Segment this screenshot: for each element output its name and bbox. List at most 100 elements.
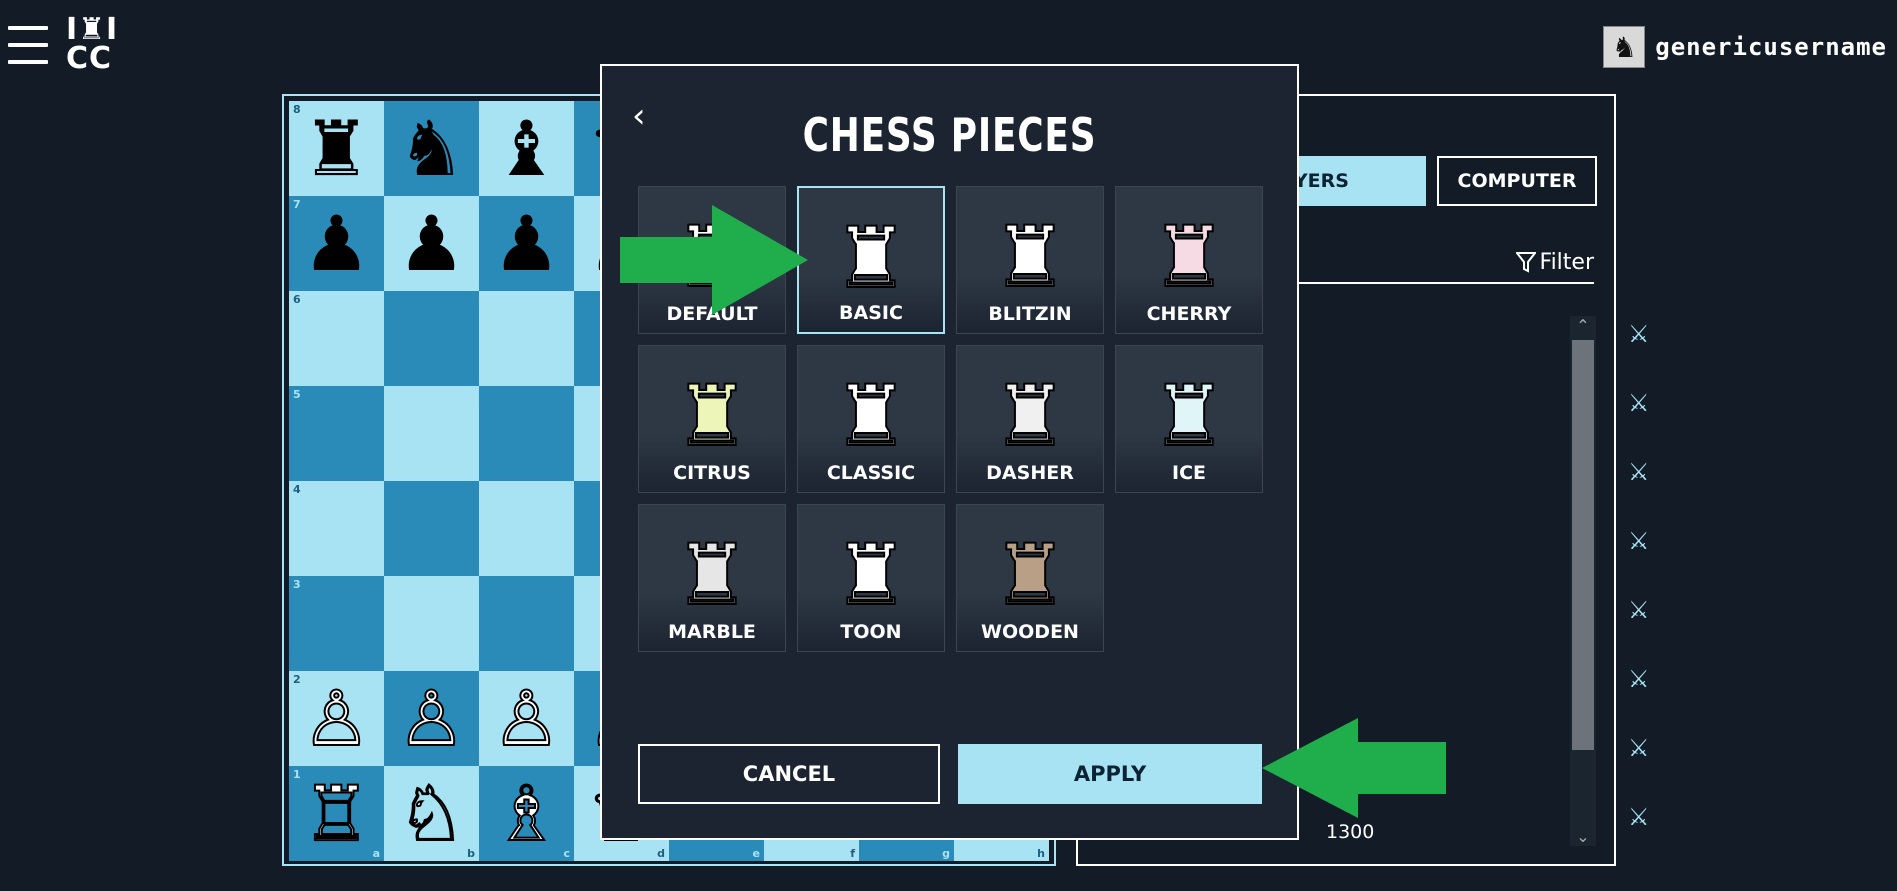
piece-set-label: CITRUS xyxy=(673,462,751,484)
player-rating: 1300 xyxy=(1326,821,1375,843)
user-menu[interactable]: ♞ genericusername xyxy=(1603,26,1887,68)
square-b3[interactable] xyxy=(384,576,479,671)
challenge-icon[interactable]: ⚔ xyxy=(1628,803,1650,831)
chess-piece[interactable]: ♟ xyxy=(397,205,465,282)
rank-label: 5 xyxy=(293,388,301,401)
square-c8[interactable]: ♝ xyxy=(479,101,574,196)
piece-set-toon[interactable]: ♜ TOON xyxy=(797,504,945,652)
logo-bottom: CC xyxy=(66,41,113,76)
square-c2[interactable]: ♙ xyxy=(479,671,574,766)
logo[interactable]: I♜I CC xyxy=(66,12,128,76)
rook-icon: ♜ xyxy=(832,209,909,307)
apply-button[interactable]: APPLY xyxy=(958,744,1262,804)
file-label: g xyxy=(942,847,950,860)
square-b2[interactable]: ♙ xyxy=(384,671,479,766)
dialog-title: CHESS PIECES xyxy=(802,108,1097,162)
challenge-icon[interactable]: ⚔ xyxy=(1628,665,1650,693)
square-c1[interactable]: c ♗ xyxy=(479,766,574,861)
file-label: b xyxy=(467,847,475,860)
rank-label: 4 xyxy=(293,483,301,496)
piece-set-blitzin[interactable]: ♜ BLITZIN xyxy=(956,186,1104,334)
file-label: d xyxy=(657,847,665,860)
chess-piece[interactable]: ♙ xyxy=(491,679,561,757)
square-a2[interactable]: 2 ♙ xyxy=(289,671,384,766)
rook-icon: ♜ xyxy=(1150,367,1227,465)
square-a1[interactable]: 1 a ♖ xyxy=(289,766,384,861)
square-c5[interactable] xyxy=(479,386,574,481)
chess-pieces-dialog: ‹ CHESS PIECES ♜DEFAULT♜BASIC♜BLITZIN♜CH… xyxy=(600,64,1299,840)
scroll-down-icon[interactable]: ⌄ xyxy=(1570,827,1596,846)
rook-icon: ♜ xyxy=(832,526,909,624)
chess-piece[interactable]: ♞ xyxy=(397,110,465,187)
piece-set-dasher[interactable]: ♜ DASHER xyxy=(956,345,1104,493)
filter-button[interactable]: Filter xyxy=(1515,249,1594,275)
file-label: f xyxy=(850,847,855,860)
chess-piece[interactable]: ♘ xyxy=(396,774,466,852)
chess-piece[interactable]: ♙ xyxy=(301,679,371,757)
square-a4[interactable]: 4 xyxy=(289,481,384,576)
rook-icon: ♜ xyxy=(1150,208,1227,306)
square-a3[interactable]: 3 xyxy=(289,576,384,671)
chess-piece[interactable]: ♟ xyxy=(492,205,560,282)
chess-piece[interactable]: ♝ xyxy=(492,110,560,187)
square-a8[interactable]: 8 ♜ xyxy=(289,101,384,196)
scrollbar-thumb[interactable] xyxy=(1572,340,1594,750)
piece-set-label: CHERRY xyxy=(1146,303,1232,325)
filter-icon xyxy=(1515,252,1536,273)
chess-piece[interactable]: ♗ xyxy=(491,774,561,852)
tab-computer[interactable]: COMPUTER xyxy=(1437,156,1597,206)
file-label: h xyxy=(1037,847,1045,860)
challenge-icon[interactable]: ⚔ xyxy=(1628,320,1650,348)
chess-piece[interactable]: ♙ xyxy=(396,679,466,757)
square-b5[interactable] xyxy=(384,386,479,481)
file-label: c xyxy=(563,847,570,860)
piece-set-marble[interactable]: ♜ MARBLE xyxy=(638,504,786,652)
arrow-icon-left xyxy=(1262,718,1446,818)
challenge-icon[interactable]: ⚔ xyxy=(1628,734,1650,762)
square-b6[interactable] xyxy=(384,291,479,386)
piece-set-ice[interactable]: ♜ ICE xyxy=(1115,345,1263,493)
square-b1[interactable]: b ♘ xyxy=(384,766,479,861)
rook-icon: ♜ xyxy=(673,526,750,624)
rank-label: 8 xyxy=(293,103,301,116)
rank-label: 6 xyxy=(293,293,301,306)
chess-piece[interactable]: ♟ xyxy=(302,205,370,282)
challenge-icon[interactable]: ⚔ xyxy=(1628,389,1650,417)
scroll-up-icon[interactable]: ⌃ xyxy=(1570,316,1596,335)
back-icon[interactable]: ‹ xyxy=(632,96,646,136)
square-b8[interactable]: ♞ xyxy=(384,101,479,196)
square-b4[interactable] xyxy=(384,481,479,576)
menu-icon[interactable] xyxy=(8,26,48,64)
square-c6[interactable] xyxy=(479,291,574,386)
square-c7[interactable]: ♟ xyxy=(479,196,574,291)
piece-set-citrus[interactable]: ♜ CITRUS xyxy=(638,345,786,493)
rook-icon: ♜ xyxy=(991,208,1068,306)
rook-icon: ♜ xyxy=(832,367,909,465)
piece-set-label: DASHER xyxy=(986,462,1074,484)
logo-top: I♜I xyxy=(66,12,119,47)
square-a7[interactable]: 7 ♟ xyxy=(289,196,384,291)
player-list-scrollbar[interactable]: ⌃ ⌄ xyxy=(1570,316,1596,846)
challenge-icon[interactable]: ⚔ xyxy=(1628,527,1650,555)
filter-label: Filter xyxy=(1539,249,1594,275)
avatar[interactable]: ♞ xyxy=(1603,26,1646,68)
piece-set-wooden[interactable]: ♜ WOODEN xyxy=(956,504,1104,652)
file-label: e xyxy=(752,847,760,860)
piece-set-label: TOON xyxy=(840,621,902,643)
cancel-button[interactable]: CANCEL xyxy=(638,744,940,804)
square-c4[interactable] xyxy=(479,481,574,576)
challenge-icon[interactable]: ⚔ xyxy=(1628,458,1650,486)
chess-piece[interactable]: ♖ xyxy=(301,774,371,852)
square-a6[interactable]: 6 xyxy=(289,291,384,386)
chess-piece[interactable]: ♜ xyxy=(302,110,370,187)
rook-icon: ♜ xyxy=(991,526,1068,624)
challenge-icon[interactable]: ⚔ xyxy=(1628,596,1650,624)
rook-icon: ♜ xyxy=(673,367,750,465)
piece-set-basic[interactable]: ♜ BASIC xyxy=(797,186,945,334)
square-b7[interactable]: ♟ xyxy=(384,196,479,291)
username[interactable]: genericusername xyxy=(1655,33,1887,61)
piece-set-classic[interactable]: ♜ CLASSIC xyxy=(797,345,945,493)
piece-set-cherry[interactable]: ♜ CHERRY xyxy=(1115,186,1263,334)
square-a5[interactable]: 5 xyxy=(289,386,384,481)
square-c3[interactable] xyxy=(479,576,574,671)
